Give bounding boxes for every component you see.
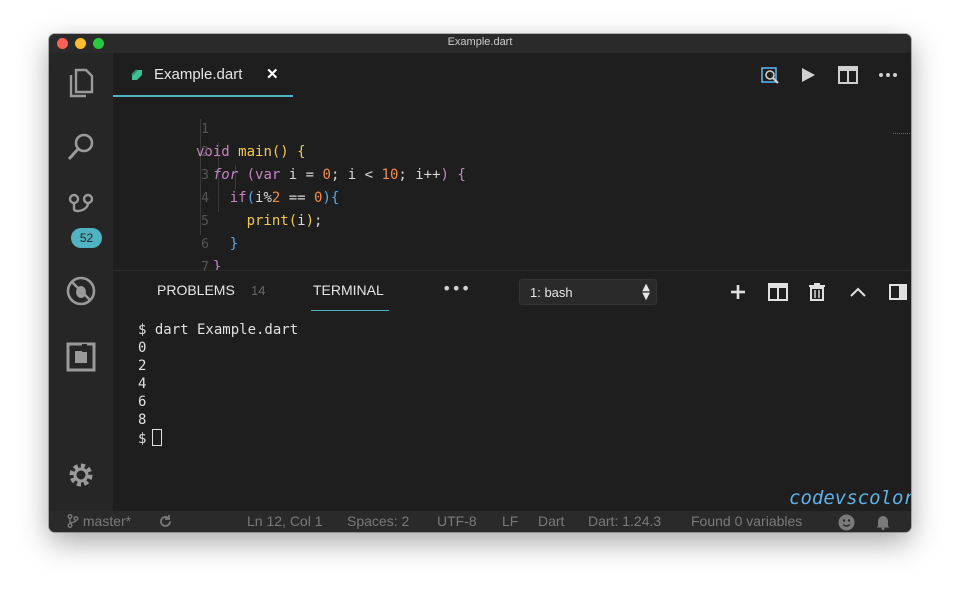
terminal-line: 0 (138, 340, 147, 356)
smiley-icon (838, 514, 855, 531)
feedback-button[interactable] (838, 514, 855, 532)
add-terminal-icon (731, 285, 745, 299)
code-editor[interactable]: 1 void main() { 2 for (var i = 0; i < 10… (113, 97, 911, 270)
analyzer-status: Found 0 variables (691, 513, 803, 529)
activity-bar: 52 (49, 53, 113, 511)
extensions-icon (66, 342, 96, 372)
window-title: Example.dart (447, 36, 513, 48)
trash-icon (809, 283, 825, 301)
code-line: 2 for (var i = 0; i < 10; i++) { (113, 120, 813, 183)
tab-example-dart[interactable]: Example.dart ✕ (113, 53, 293, 97)
code-line: 4 print(i); (113, 166, 813, 229)
gear-icon (69, 463, 93, 487)
code-line: 8 (113, 258, 813, 270)
split-terminal-button[interactable] (767, 281, 789, 303)
open-preview-icon (761, 67, 779, 84)
search-button[interactable] (63, 129, 99, 165)
explorer-button[interactable] (63, 65, 99, 101)
run-button[interactable] (797, 64, 819, 86)
title-bar: Example.dart (49, 34, 911, 53)
code-line: 6 } (113, 212, 813, 270)
tab-close-button[interactable]: ✕ (266, 65, 279, 83)
bell-icon (876, 516, 890, 530)
sync-icon (160, 515, 171, 527)
run-icon (802, 68, 815, 82)
indentation[interactable]: Spaces: 2 (347, 513, 409, 529)
terminal-line: $ dart Example.dart (138, 322, 299, 338)
scm-badge: 52 (71, 228, 102, 248)
line-ending[interactable]: LF (502, 513, 518, 529)
toggle-panel-position-button[interactable] (887, 281, 909, 303)
active-tab-indicator (311, 310, 389, 311)
branch-name: master* (82, 513, 132, 529)
vscode-window: Example.dart 52 Example.dart ✕ 1 void ma… (49, 34, 911, 532)
minimap[interactable] (893, 132, 911, 135)
chevron-up-icon (850, 287, 866, 297)
editor-tab-bar: Example.dart ✕ (113, 53, 911, 97)
terminal-line: 6 (138, 394, 147, 410)
branch-indicator[interactable]: master* (67, 513, 131, 529)
tab-problems[interactable]: PROBLEMS (157, 282, 235, 298)
new-terminal-button[interactable] (727, 281, 749, 303)
terminal-line: 2 (138, 358, 147, 374)
terminal-select[interactable]: 1: bash ▲ ▼ (519, 279, 657, 305)
tab-terminal[interactable]: TERMINAL (313, 282, 384, 298)
maximize-panel-button[interactable] (847, 281, 869, 303)
code-line: 1 void main() { (113, 97, 813, 160)
terminal-line: 8 (138, 412, 147, 428)
code-line: 7 } (113, 235, 813, 270)
panel-layout-icon (889, 284, 907, 300)
terminal-prompt: $ (138, 431, 147, 447)
code-line: 3 if(i%2 == 0){ (113, 143, 813, 206)
problems-count-badge: 14 (251, 283, 266, 298)
cursor-position[interactable]: Ln 12, Col 1 (247, 513, 323, 529)
encoding[interactable]: UTF-8 (437, 513, 477, 529)
terminal-line: 4 (138, 376, 147, 392)
code-line: 5 } (113, 189, 813, 252)
more-icon (879, 73, 897, 77)
watermark-text: codevscolor.com (789, 487, 911, 509)
terminal-select-value: 1: bash (530, 285, 573, 300)
kill-terminal-button[interactable] (806, 281, 828, 303)
split-editor-icon (838, 66, 858, 84)
language-mode[interactable]: Dart (538, 513, 564, 529)
panel-more-button[interactable]: ••• (442, 279, 470, 298)
branch-icon (67, 514, 79, 528)
settings-button[interactable] (63, 457, 99, 493)
debug-icon (66, 276, 96, 306)
split-terminal-icon (768, 283, 788, 301)
terminal-output[interactable]: $ dart Example.dart 0 2 4 6 8 $ (138, 321, 298, 448)
dart-file-icon (131, 69, 142, 80)
bottom-panel: PROBLEMS 14 TERMINAL ••• 1: bash ▲ ▼ $ da… (113, 270, 911, 512)
dart-sdk-version[interactable]: Dart: 1.24.3 (588, 513, 661, 529)
extensions-button[interactable] (63, 339, 99, 375)
sync-button[interactable] (158, 514, 173, 532)
split-editor-button[interactable] (837, 64, 859, 86)
search-icon (67, 133, 94, 161)
source-control-button[interactable] (63, 191, 99, 227)
terminal-cursor (152, 429, 163, 446)
debug-button[interactable] (63, 273, 99, 309)
tab-label: Example.dart (154, 66, 243, 83)
source-control-icon (68, 193, 94, 213)
terminal-prompt-line: $ (138, 429, 298, 448)
open-preview-button[interactable] (759, 64, 781, 86)
status-bar: master* Ln 12, Col 1 Spaces: 2 UTF-8 LF … (49, 511, 911, 532)
more-actions-button[interactable] (877, 64, 899, 86)
select-arrows-icon: ▲ ▼ (642, 282, 650, 302)
files-icon (69, 68, 94, 98)
notifications-button[interactable] (875, 514, 891, 532)
